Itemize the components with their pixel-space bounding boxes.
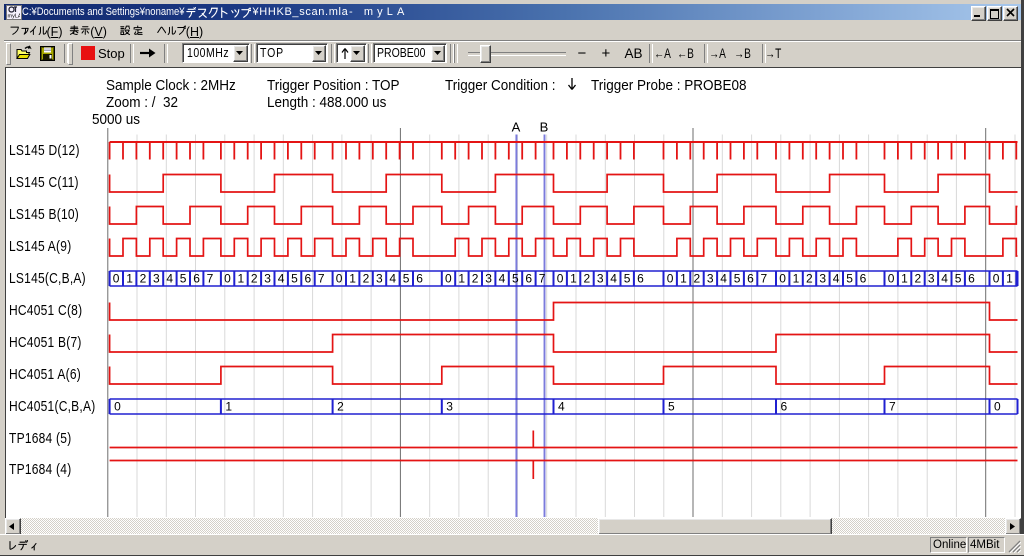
svg-text:0: 0 [557, 272, 564, 286]
svg-text:0: 0 [114, 400, 121, 414]
svg-text:3: 3 [264, 272, 271, 286]
svg-text:2: 2 [472, 272, 479, 286]
svg-text:0: 0 [993, 272, 1000, 286]
svg-text:0: 0 [994, 400, 1001, 414]
svg-text:3: 3 [819, 272, 826, 286]
svg-text:5: 5 [291, 272, 298, 286]
svg-text:3: 3 [485, 272, 492, 286]
svg-text:5: 5 [955, 272, 962, 286]
svg-text:3: 3 [707, 272, 714, 286]
svg-text:1: 1 [238, 272, 245, 286]
svg-text:2: 2 [584, 272, 591, 286]
svg-text:5: 5 [403, 272, 410, 286]
svg-text:3: 3 [153, 272, 160, 286]
svg-text:0: 0 [336, 272, 343, 286]
svg-text:1: 1 [901, 272, 908, 286]
svg-text:3: 3 [597, 272, 604, 286]
svg-text:5: 5 [624, 272, 631, 286]
svg-text:4: 4 [389, 272, 396, 286]
svg-text:1: 1 [349, 272, 356, 286]
svg-text:2: 2 [806, 272, 813, 286]
svg-text:2: 2 [915, 272, 922, 286]
svg-text:0: 0 [445, 272, 452, 286]
svg-text:7: 7 [539, 272, 546, 286]
svg-text:1: 1 [126, 272, 133, 286]
svg-text:2: 2 [337, 400, 344, 414]
svg-text:5: 5 [846, 272, 853, 286]
svg-text:4: 4 [499, 272, 506, 286]
svg-text:6: 6 [416, 272, 423, 286]
svg-text:3: 3 [376, 272, 383, 286]
svg-text:6: 6 [781, 400, 788, 414]
svg-text:7: 7 [207, 272, 214, 286]
svg-text:1: 1 [225, 400, 232, 414]
svg-text:4: 4 [558, 400, 565, 414]
svg-text:0: 0 [888, 272, 895, 286]
svg-text:2: 2 [251, 272, 258, 286]
svg-text:7: 7 [889, 400, 896, 414]
svg-text:1: 1 [458, 272, 465, 286]
svg-text:0: 0 [113, 272, 120, 286]
svg-text:5: 5 [668, 400, 675, 414]
svg-text:0: 0 [667, 272, 674, 286]
svg-text:1: 1 [570, 272, 577, 286]
svg-text:4: 4 [278, 272, 285, 286]
svg-text:1: 1 [793, 272, 800, 286]
svg-text:3: 3 [928, 272, 935, 286]
svg-text:5: 5 [734, 272, 741, 286]
svg-text:3: 3 [446, 400, 453, 414]
svg-text:6: 6 [525, 272, 532, 286]
svg-text:2: 2 [140, 272, 147, 286]
svg-text:4: 4 [610, 272, 617, 286]
svg-text:2: 2 [694, 272, 701, 286]
svg-text:7: 7 [761, 272, 768, 286]
svg-text:6: 6 [193, 272, 200, 286]
svg-text:6: 6 [305, 272, 312, 286]
svg-text:4: 4 [941, 272, 948, 286]
svg-text:2: 2 [363, 272, 370, 286]
svg-text:6: 6 [968, 272, 975, 286]
svg-text:4: 4 [166, 272, 173, 286]
svg-text:4: 4 [833, 272, 840, 286]
svg-text:6: 6 [747, 272, 754, 286]
svg-text:1: 1 [1006, 272, 1013, 286]
svg-text:6: 6 [637, 272, 644, 286]
svg-text:0: 0 [779, 272, 786, 286]
svg-text:4: 4 [720, 272, 727, 286]
svg-text:5: 5 [180, 272, 187, 286]
svg-text:A: A [512, 120, 521, 135]
svg-text:B: B [540, 120, 549, 135]
svg-text:5: 5 [512, 272, 519, 286]
svg-text:1: 1 [680, 272, 687, 286]
svg-text:0: 0 [224, 272, 231, 286]
svg-text:6: 6 [860, 272, 867, 286]
svg-text:7: 7 [318, 272, 325, 286]
